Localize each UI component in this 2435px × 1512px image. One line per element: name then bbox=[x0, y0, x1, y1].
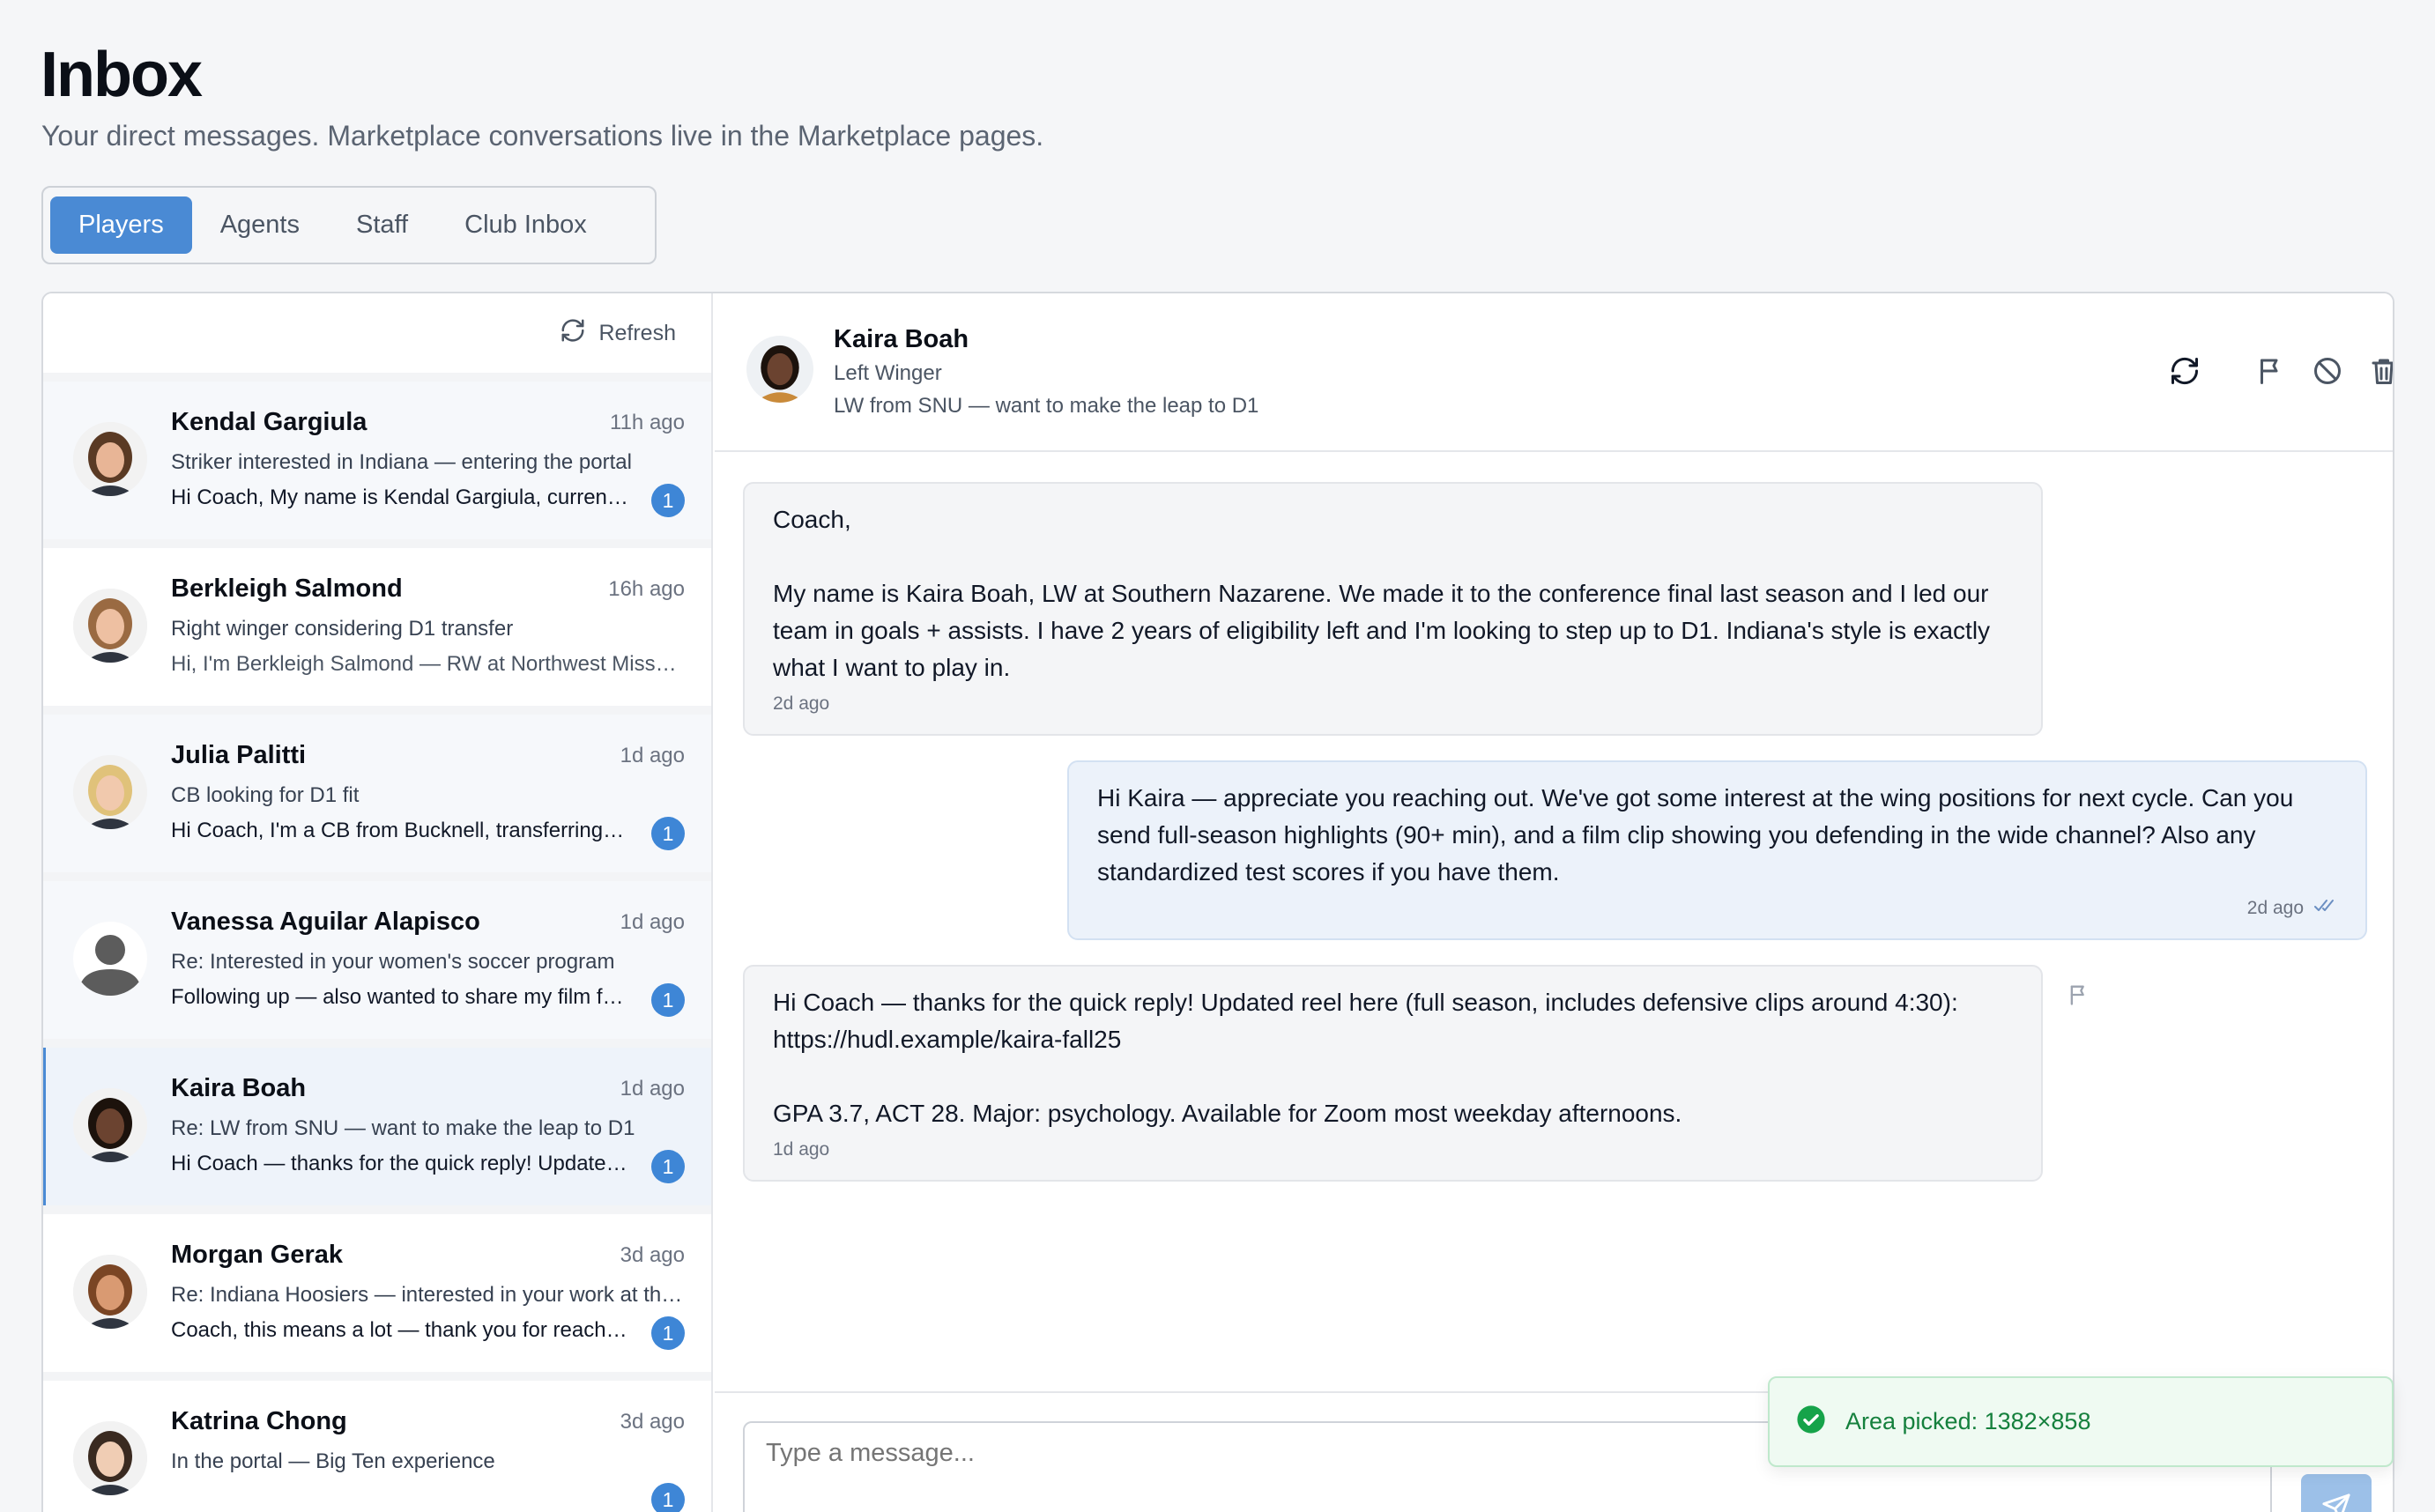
toast-notification: Area picked: 1382×858 bbox=[1768, 1376, 2394, 1467]
conversation-subject: Re: Interested in your women's soccer pr… bbox=[171, 950, 615, 974]
conversation-preview: Following up — also wanted to share my f… bbox=[171, 985, 629, 1009]
conversation-item[interactable]: Morgan Gerak 3d ago Re: Indiana Hoosiers —… bbox=[43, 1205, 711, 1372]
conversation-name: Kaira Boah bbox=[171, 1074, 307, 1102]
message-text: Hi Kaira — appreciate you reaching out. … bbox=[1097, 784, 2294, 886]
avatar bbox=[73, 1255, 147, 1329]
message-text: Hi Coach — thanks for the quick reply! U… bbox=[773, 989, 1958, 1053]
message-time: 2d ago bbox=[773, 693, 830, 714]
chat-contact-role: Left Winger bbox=[834, 361, 942, 385]
send-icon bbox=[2321, 1493, 2351, 1512]
unread-badge: 1 bbox=[651, 817, 685, 850]
chat-subject: LW from SNU — want to make the leap to D… bbox=[834, 394, 1259, 418]
conversation-item[interactable]: Katrina Chong 3d ago In the portal — Big T… bbox=[43, 1372, 711, 1512]
chat-header: Kaira Boah Left Winger LW from SNU — wan… bbox=[715, 293, 2393, 452]
refresh-button[interactable]: Refresh bbox=[560, 317, 676, 350]
block-icon[interactable] bbox=[2312, 355, 2343, 387]
unread-badge: 1 bbox=[651, 983, 685, 1017]
conversation-time: 1d ago bbox=[620, 910, 685, 934]
chat-pane: Kaira Boah Left Winger LW from SNU — wan… bbox=[715, 293, 2393, 1512]
conversation-name: Vanessa Aguilar Alapisco bbox=[171, 908, 480, 936]
message-time: 1d ago bbox=[773, 1139, 830, 1160]
conversation-subject: Striker interested in Indiana — entering… bbox=[171, 450, 632, 474]
avatar bbox=[746, 336, 813, 403]
avatar bbox=[73, 589, 147, 663]
conversation-name: Julia Palitti bbox=[171, 741, 307, 769]
message-thread: Coach, My name is Kaira Boah, LW at Sout… bbox=[715, 454, 2393, 1512]
inbox-tabs: Players Agents Staff Club Inbox bbox=[41, 186, 657, 264]
conversation-preview: Hi Coach — thanks for the quick reply! U… bbox=[171, 1152, 629, 1175]
unread-badge: 1 bbox=[651, 1483, 685, 1512]
unread-badge: 1 bbox=[651, 484, 685, 517]
conversation-subject: CB looking for D1 fit bbox=[171, 783, 360, 807]
conversation-name: Katrina Chong bbox=[171, 1407, 347, 1435]
flag-icon[interactable] bbox=[2255, 355, 2287, 387]
send-button[interactable] bbox=[2301, 1474, 2372, 1512]
avatar bbox=[73, 1421, 147, 1495]
conversation-item[interactable]: Julia Palitti 1d ago CB looking for D1 fit… bbox=[43, 706, 711, 872]
conversation-items: Kendal Gargiula 11h ago Striker interested… bbox=[43, 373, 711, 1512]
inbox-panel: Refresh Kendal Gargiula 11h ago Striker in… bbox=[41, 292, 2394, 1512]
conversation-subject: Re: LW from SNU — want to make the leap … bbox=[171, 1116, 635, 1140]
refresh-icon bbox=[560, 317, 586, 350]
chat-contact-name: Kaira Boah bbox=[834, 325, 969, 353]
conversation-time: 3d ago bbox=[620, 1243, 685, 1267]
message-outgoing: Hi Kaira — appreciate you reaching out. … bbox=[1067, 760, 2367, 940]
double-check-icon bbox=[2314, 896, 2337, 921]
tab-club-inbox[interactable]: Club Inbox bbox=[436, 196, 615, 254]
conversation-item[interactable]: Kendal Gargiula 11h ago Striker interested… bbox=[43, 373, 711, 539]
conversation-name: Morgan Gerak bbox=[171, 1241, 343, 1269]
avatar bbox=[73, 755, 147, 829]
conversation-name: Berkleigh Salmond bbox=[171, 574, 403, 603]
conversation-time: 11h ago bbox=[610, 411, 685, 434]
tab-staff[interactable]: Staff bbox=[328, 196, 436, 254]
avatar bbox=[73, 422, 147, 496]
conversation-subject: In the portal — Big Ten experience bbox=[171, 1449, 495, 1473]
sync-icon[interactable] bbox=[2169, 355, 2201, 387]
conversation-time: 3d ago bbox=[620, 1410, 685, 1434]
conversation-preview: Hi, I'm Berkleigh Salmond — RW at Northw… bbox=[171, 652, 687, 676]
conversation-subject: Re: Indiana Hoosiers — interested in you… bbox=[171, 1283, 687, 1307]
message-incoming: Coach, My name is Kaira Boah, LW at Sout… bbox=[743, 482, 2043, 736]
unread-badge: 1 bbox=[651, 1150, 685, 1183]
conversation-item[interactable]: Berkleigh Salmond 16h ago Right winger con… bbox=[43, 539, 711, 706]
toast-text: Area picked: 1382×858 bbox=[1845, 1408, 2091, 1434]
avatar bbox=[73, 922, 147, 996]
message-time: 2d ago bbox=[2246, 898, 2304, 918]
page-subtitle: Your direct messages. Marketplace conver… bbox=[41, 120, 1044, 152]
conversation-list: Refresh Kendal Gargiula 11h ago Striker in… bbox=[43, 293, 713, 1512]
message-text: GPA 3.7, ACT 28. Major: psychology. Avai… bbox=[773, 1100, 1682, 1127]
conversation-time: 1d ago bbox=[620, 1077, 685, 1101]
conversation-preview: Hi Coach, My name is Kendal Gargiula, cu… bbox=[171, 485, 629, 509]
conversation-item[interactable]: Kaira Boah 1d ago Re: LW from SNU — want t… bbox=[43, 1039, 711, 1205]
unread-badge: 1 bbox=[651, 1316, 685, 1350]
conversation-preview: Coach, this means a lot — thank you for … bbox=[171, 1318, 629, 1342]
page-title: Inbox bbox=[41, 40, 203, 110]
message-incoming: Hi Coach — thanks for the quick reply! U… bbox=[743, 965, 2043, 1182]
check-circle-icon bbox=[1796, 1405, 1826, 1439]
message-text: Coach, bbox=[773, 506, 851, 533]
report-flag-icon[interactable] bbox=[2067, 982, 2091, 1007]
tab-players[interactable]: Players bbox=[50, 196, 192, 254]
conversation-name: Kendal Gargiula bbox=[171, 408, 367, 436]
conversation-item[interactable]: Vanessa Aguilar Alapisco 1d ago Re: Intere… bbox=[43, 872, 711, 1039]
avatar bbox=[73, 1088, 147, 1162]
trash-icon[interactable] bbox=[2368, 355, 2393, 387]
tab-agents[interactable]: Agents bbox=[192, 196, 328, 254]
message-text: My name is Kaira Boah, LW at Southern Na… bbox=[773, 580, 1991, 681]
conversation-time: 16h ago bbox=[608, 577, 685, 601]
conversation-time: 1d ago bbox=[620, 744, 685, 767]
conversation-preview: Hi Coach, I'm a CB from Bucknell, transf… bbox=[171, 819, 629, 842]
refresh-label: Refresh bbox=[598, 320, 676, 345]
conversation-subject: Right winger considering D1 transfer bbox=[171, 617, 514, 641]
